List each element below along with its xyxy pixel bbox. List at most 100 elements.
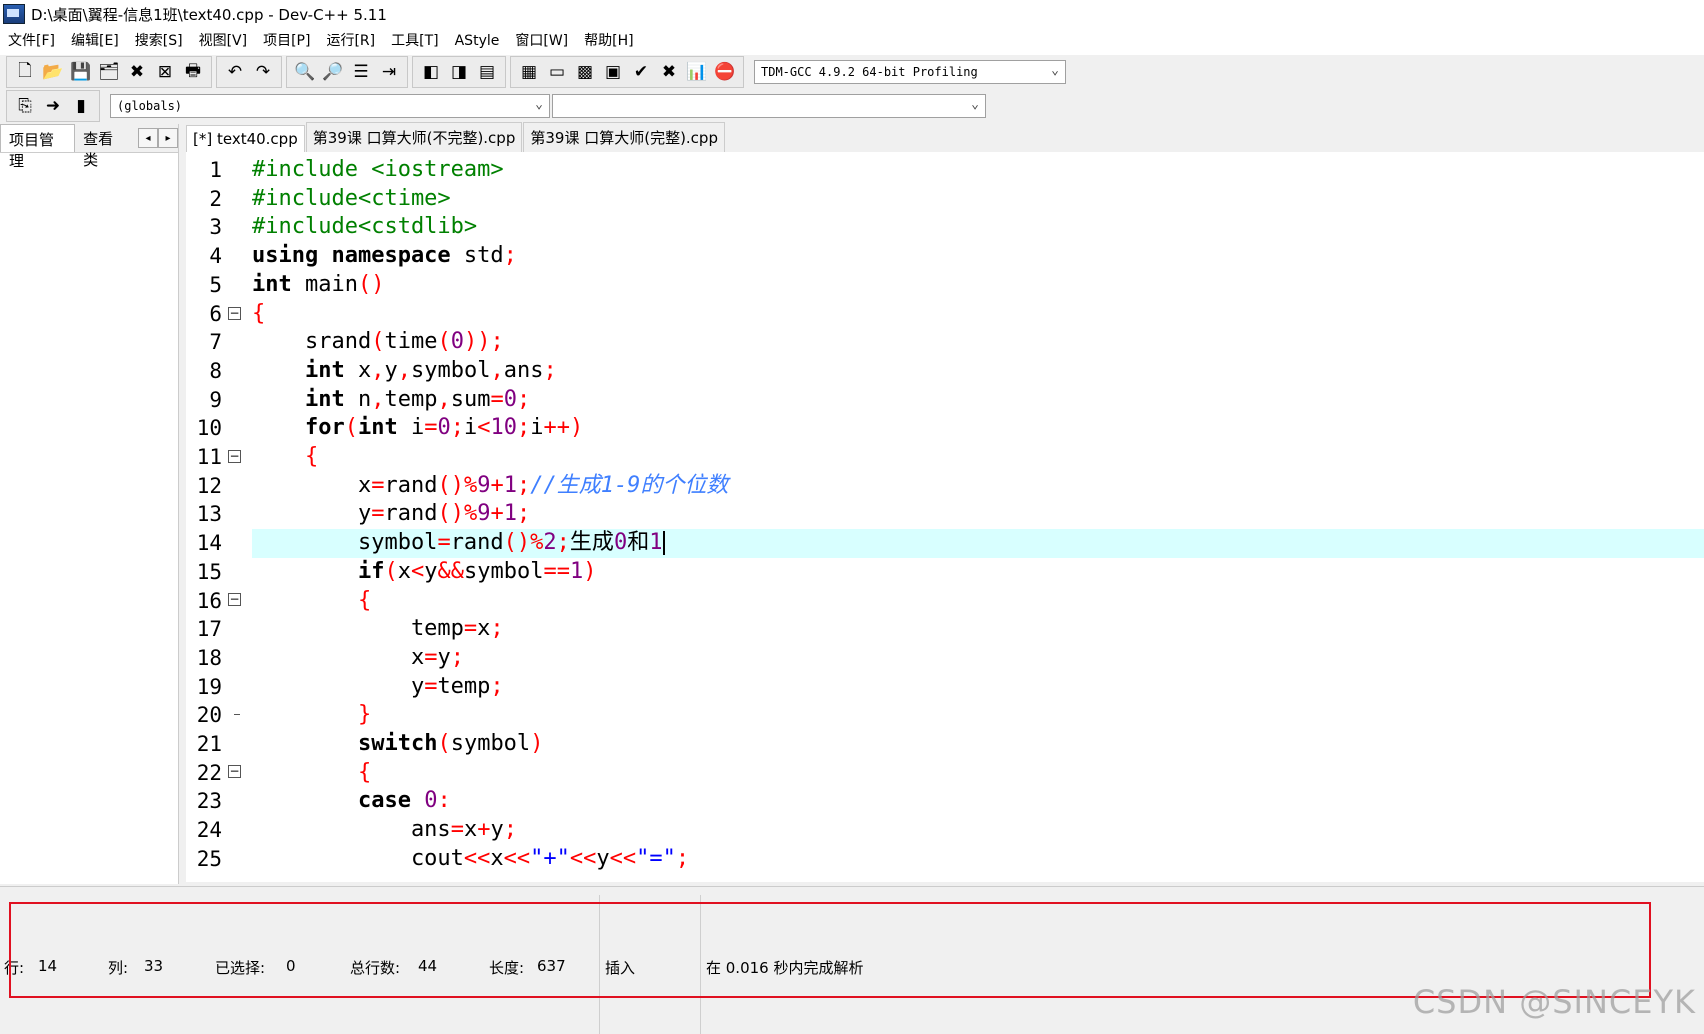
unindent-icon[interactable]: ◧ <box>419 60 443 84</box>
delete-profile-icon[interactable]: ⛔ <box>713 60 737 84</box>
fold-toggle-icon[interactable]: − <box>228 450 241 463</box>
chevron-down-icon: ⌄ <box>535 97 543 112</box>
editor-tabs: [*] text40.cpp 第39课 口算大师(不完整).cpp 第39课 口… <box>186 122 726 152</box>
code-line: } <box>357 702 372 728</box>
save-all-icon[interactable]: 🗂 <box>97 60 121 84</box>
insert-icon[interactable]: ⎘ <box>13 94 37 118</box>
code-line: if(x<y&&symbol==1) <box>357 558 597 584</box>
print-icon[interactable]: 🖶 <box>181 60 205 84</box>
code-area[interactable]: #include <iostream> #include<ctime> #inc… <box>252 152 1704 882</box>
menu-run[interactable]: 运行[R] <box>318 28 383 55</box>
menu-file[interactable]: 文件[F] <box>0 28 63 55</box>
code-line: switch(symbol) <box>357 731 544 756</box>
code-line: #include<ctime> <box>252 185 451 211</box>
code-line: { <box>357 759 372 785</box>
code-line: { <box>357 587 372 613</box>
line-number: 2 <box>209 186 222 211</box>
edit-toolbar-group: ↶ ↷ <box>216 56 282 88</box>
menu-project[interactable]: 项目[P] <box>255 28 318 55</box>
compile-run-icon[interactable]: ▩ <box>573 60 597 84</box>
chevron-right-icon[interactable]: ▸ <box>158 128 178 148</box>
annotation-highlight-box <box>9 902 1651 998</box>
fold-toggle-icon[interactable]: − <box>228 307 241 320</box>
new-file-icon[interactable]: 🗋 <box>13 60 37 84</box>
fold-toggle-icon[interactable]: − <box>228 765 241 778</box>
menu-search[interactable]: 搜索[S] <box>127 28 191 55</box>
code-line: { <box>304 444 319 469</box>
code-line: temp=x; <box>252 616 504 642</box>
line-number: 18 <box>196 645 222 670</box>
line-number: 1 <box>209 158 222 182</box>
code-line: for(int i=0;i<10;i++) <box>304 415 584 441</box>
menu-help[interactable]: 帮助[H] <box>576 28 641 55</box>
redo-icon[interactable]: ↷ <box>251 60 275 84</box>
compiler-select[interactable]: TDM-GCC 4.9.2 64-bit Profiling ⌄ <box>754 60 1066 84</box>
menu-tools[interactable]: 工具[T] <box>383 28 446 55</box>
indent-toolbar-group: ◧ ◨ ▤ <box>412 56 506 88</box>
line-number: 11 <box>196 445 222 469</box>
class-toolbar-group: ⎘ ➜ ▮ <box>6 90 100 122</box>
chevron-down-icon: ⌄ <box>1051 63 1059 78</box>
line-number: 17 <box>196 617 222 642</box>
line-number: 21 <box>196 732 222 756</box>
indent-icon[interactable]: ◨ <box>447 60 471 84</box>
replace-icon[interactable]: 🔎 <box>321 60 345 84</box>
menu-view[interactable]: 视图[V] <box>191 28 256 55</box>
code-line: cout<<x<<"+"<<y<<"="; <box>252 845 690 871</box>
rebuild-icon[interactable]: ▣ <box>601 60 625 84</box>
scope-select-value: (globals) <box>117 99 183 113</box>
secondary-toolbar: ⎘ ➜ ▮ (globals) ⌄ ⌄ <box>6 89 986 123</box>
tab-lesson39-complete[interactable]: 第39课 口算大师(完整).cpp <box>523 122 725 152</box>
open-file-icon[interactable]: 📂 <box>41 60 65 84</box>
code-line: x=y; <box>252 644 464 670</box>
main-toolbar: 🗋 📂 💾 🗂 ✖ ⊠ 🖶 ↶ ↷ 🔍 🔎 ☰ ⇥ ◧ ◨ ▤ ▦ ▭ ▩ ▣ … <box>6 55 1066 89</box>
line-number: 10 <box>196 416 222 441</box>
goto-line-icon[interactable]: ☰ <box>349 60 373 84</box>
compiler-select-value: TDM-GCC 4.9.2 64-bit Profiling <box>761 65 978 79</box>
watermark: CSDN @SINCEYK <box>1412 983 1696 1021</box>
line-number: 7 <box>209 330 222 355</box>
menu-bar: 文件[F] 编辑[E] 搜索[S] 视图[V] 项目[P] 运行[R] 工具[T… <box>0 28 1704 55</box>
scope-select[interactable]: (globals) ⌄ <box>110 94 550 118</box>
title-bar: D:\桌面\翼程-信息1班\text40.cpp - Dev-C++ 5.11 <box>0 0 1704 28</box>
code-line-current: symbol=rand()%2;生成0和1 <box>252 529 1704 558</box>
comment-icon[interactable]: ▤ <box>475 60 499 84</box>
function-select[interactable]: ⌄ <box>552 94 986 118</box>
code-line: int x,y,symbol,ans; <box>304 357 557 383</box>
bookmark-icon[interactable]: ⇥ <box>377 60 401 84</box>
menu-astyle[interactable]: AStyle <box>447 28 508 55</box>
tab-lesson39-incomplete[interactable]: 第39课 口算大师(不完整).cpp <box>305 122 523 152</box>
close-all-icon[interactable]: ⊠ <box>153 60 177 84</box>
stop-icon[interactable]: ✖ <box>657 60 681 84</box>
line-number: 22 <box>196 760 222 785</box>
tab-class-view[interactable]: 查看类 <box>75 124 134 169</box>
save-icon[interactable]: 💾 <box>69 60 93 84</box>
tab-project-manager[interactable]: 项目管理 <box>0 124 76 170</box>
line-number: 9 <box>209 387 222 412</box>
run-icon[interactable]: ▭ <box>545 60 569 84</box>
file-toolbar-group: 🗋 📂 💾 🗂 ✖ ⊠ 🖶 <box>6 56 212 88</box>
chevron-left-icon[interactable]: ◂ <box>138 128 158 148</box>
goto-icon[interactable]: ➜ <box>41 94 65 118</box>
check-syntax-icon[interactable]: ✔ <box>629 60 653 84</box>
profile-icon[interactable]: 📊 <box>685 60 709 84</box>
menu-window[interactable]: 窗口[W] <box>507 28 576 55</box>
fold-toggle-icon[interactable]: − <box>228 593 241 606</box>
code-line: x=rand()%9+1;//生成1-9的个位数 <box>252 472 729 498</box>
toggle-bookmark-icon[interactable]: ▮ <box>69 94 93 118</box>
code-line: ans=x+y; <box>252 817 517 843</box>
menu-edit[interactable]: 编辑[E] <box>63 28 127 55</box>
line-number: 13 <box>196 502 222 527</box>
code-line: srand(time(0)); <box>252 329 504 355</box>
undo-icon[interactable]: ↶ <box>223 60 247 84</box>
close-file-icon[interactable]: ✖ <box>125 60 149 84</box>
code-line: y=rand()%9+1; <box>252 501 531 527</box>
code-editor[interactable]: 1 2 3 4 5 6 7 8 9 10 11 12 13 14 15 16 1… <box>186 152 1704 882</box>
line-number: 4 <box>209 244 222 269</box>
find-icon[interactable]: 🔍 <box>293 60 317 84</box>
tab-text40[interactable]: [*] text40.cpp <box>186 125 305 152</box>
project-toolbar-group: ▦ ▭ ▩ ▣ ✔ ✖ 📊 ⛔ <box>510 56 744 88</box>
text-cursor <box>663 531 666 556</box>
chevron-down-icon: ⌄ <box>971 97 979 112</box>
compile-icon[interactable]: ▦ <box>517 60 541 84</box>
